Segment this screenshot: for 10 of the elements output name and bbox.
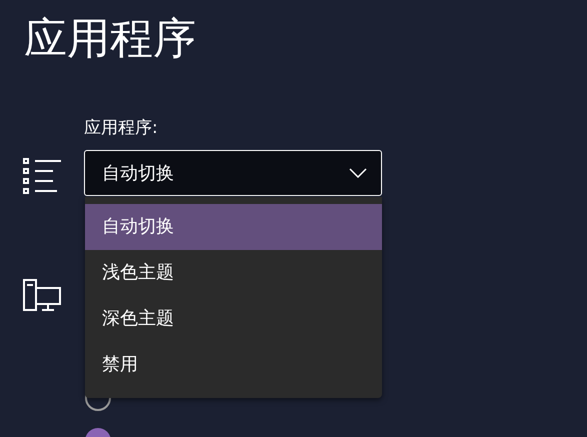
list-icon [23,158,61,194]
page-title: 应用程序 [24,14,196,64]
computer-monitor-icon [23,279,61,312]
chevron-down-icon [349,168,367,178]
menu-option[interactable]: 自动切换 [85,204,382,250]
menu-option[interactable]: 浅色主题 [85,250,382,296]
app-dropdown[interactable]: 自动切换 [84,150,382,196]
menu-option[interactable]: 深色主题 [85,296,382,342]
menu-option[interactable]: 禁用 [85,342,382,388]
field-label: 应用程序: [84,117,158,140]
